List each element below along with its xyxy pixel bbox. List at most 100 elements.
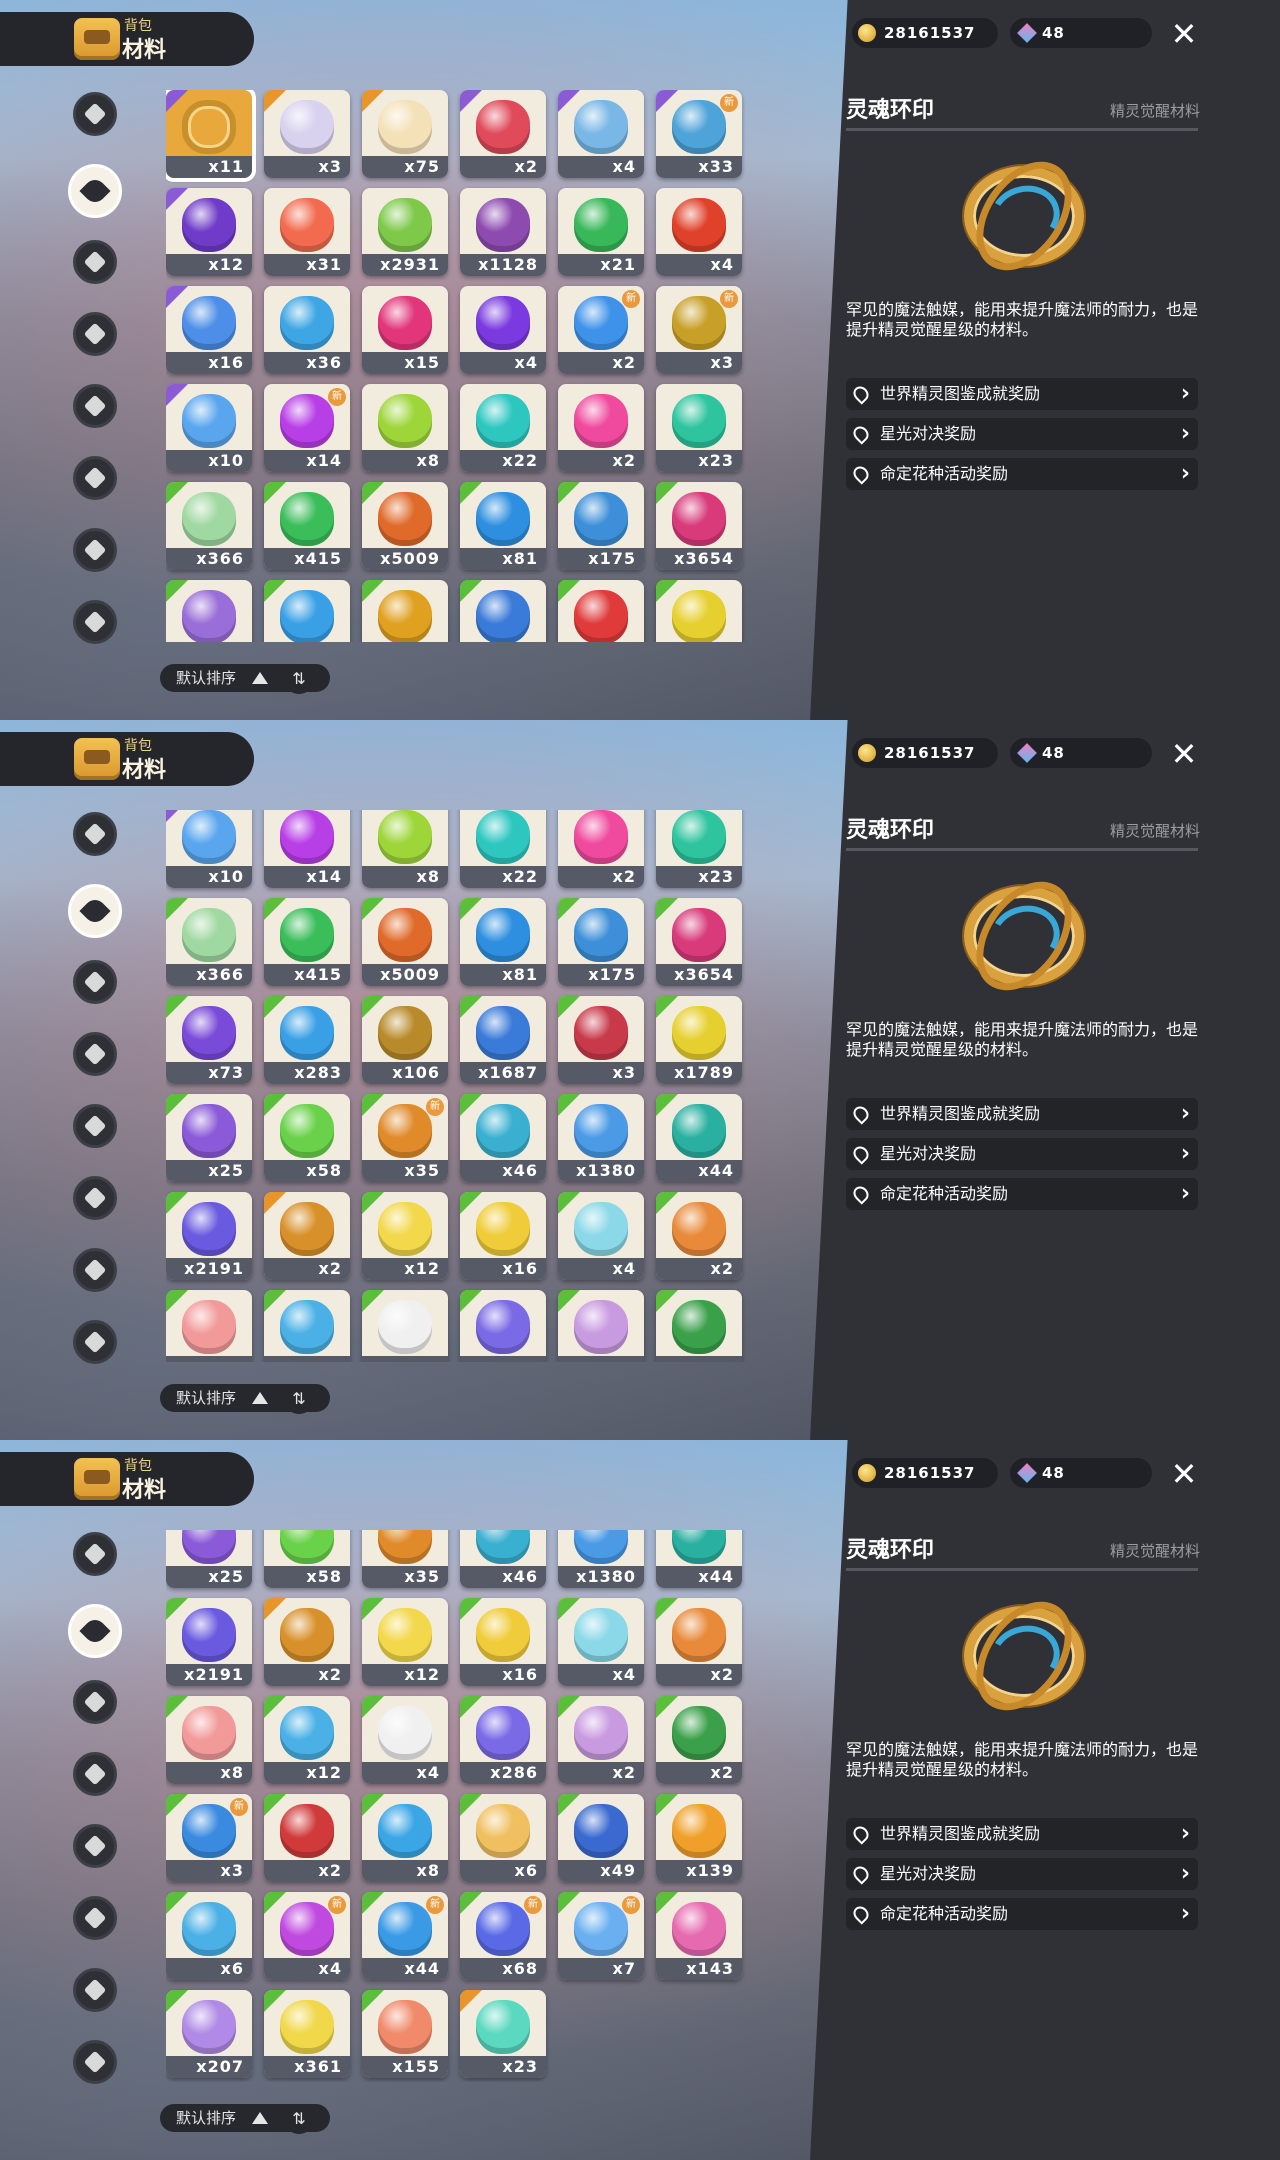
item-slot[interactable]: x2191	[166, 1192, 252, 1280]
source-item[interactable]: 世界精灵图鉴成就奖励 ›	[846, 1098, 1198, 1130]
crown-icon[interactable]	[73, 1104, 117, 1148]
source-item[interactable]: 星光对决奖励 ›	[846, 418, 1198, 450]
crown-icon[interactable]	[73, 1824, 117, 1868]
item-slot[interactable]: x2	[460, 90, 546, 178]
star-icon[interactable]	[73, 92, 117, 136]
item-slot[interactable]: x415	[264, 898, 350, 986]
item-slot[interactable]: x44	[656, 1094, 742, 1182]
item-slot[interactable]: x3654	[656, 898, 742, 986]
item-slot[interactable]: x10	[166, 384, 252, 472]
item-slot[interactable]: x207	[166, 1990, 252, 2078]
ball-icon[interactable]	[73, 456, 117, 500]
acorn-icon[interactable]	[73, 1968, 117, 2012]
plant-icon[interactable]	[73, 312, 117, 356]
item-slot[interactable]: x35 新	[362, 1094, 448, 1182]
item-slot[interactable]: x1380	[558, 1094, 644, 1182]
item-slot[interactable]: x23	[656, 384, 742, 472]
item-slot[interactable]: x75	[362, 90, 448, 178]
source-item[interactable]: 世界精灵图鉴成就奖励 ›	[846, 378, 1198, 410]
item-slot[interactable]: x4	[460, 286, 546, 374]
item-slot[interactable]: x73	[166, 996, 252, 1084]
sparkle-icon[interactable]	[73, 1680, 117, 1724]
leaf-icon[interactable]	[68, 164, 122, 218]
item-slot[interactable]: x16	[166, 286, 252, 374]
item-slot[interactable]: x44 新	[362, 1892, 448, 1980]
item-slot[interactable]: x3 新	[166, 1794, 252, 1882]
item-slot[interactable]: x4	[558, 1598, 644, 1686]
item-slot[interactable]: x16	[460, 1192, 546, 1280]
item-slot[interactable]: x25	[166, 1530, 252, 1588]
item-slot[interactable]: x3654	[656, 482, 742, 570]
item-slot[interactable]: x14	[264, 810, 350, 888]
item-slot[interactable]: x46	[460, 1530, 546, 1588]
item-slot[interactable]: x25	[166, 1094, 252, 1182]
item-slot[interactable]: x3	[558, 996, 644, 1084]
item-slot[interactable]: x1128	[460, 188, 546, 276]
item-slot[interactable]: x36	[264, 286, 350, 374]
close-button[interactable]: ✕	[1166, 16, 1202, 52]
item-slot[interactable]: x12	[264, 1696, 350, 1784]
item-slot[interactable]	[460, 1290, 546, 1362]
item-slot[interactable]	[362, 1290, 448, 1362]
item-slot[interactable]: x8	[362, 384, 448, 472]
item-slot[interactable]: x2	[558, 810, 644, 888]
item-slot[interactable]: x139	[656, 1794, 742, 1882]
item-slot[interactable]	[166, 580, 252, 642]
item-slot[interactable]: x21	[558, 188, 644, 276]
item-slot[interactable]: x22	[460, 384, 546, 472]
item-slot[interactable]: x4	[656, 188, 742, 276]
sort-order-toggle[interactable]: ⇅	[284, 1384, 314, 1414]
item-slot[interactable]: x8	[362, 810, 448, 888]
item-slot[interactable]: x58	[264, 1094, 350, 1182]
item-slot[interactable]	[166, 1290, 252, 1362]
item-slot[interactable]: x415	[264, 482, 350, 570]
sort-arrow-icon[interactable]	[250, 2108, 272, 2128]
crown-icon[interactable]	[73, 384, 117, 428]
item-slot[interactable]: x23	[656, 810, 742, 888]
item-slot[interactable]: x11	[166, 90, 256, 182]
source-item[interactable]: 星光对决奖励 ›	[846, 1858, 1198, 1890]
item-slot[interactable]: x366	[166, 898, 252, 986]
item-slot[interactable]: x2	[656, 1192, 742, 1280]
item-slot[interactable]: x2	[264, 1192, 350, 1280]
helmet-icon[interactable]	[73, 2040, 117, 2084]
source-item[interactable]: 命定花种活动奖励 ›	[846, 458, 1198, 490]
item-slot[interactable]	[558, 1290, 644, 1362]
item-slot[interactable]: x143	[656, 1892, 742, 1980]
item-slot[interactable]: x10	[166, 810, 252, 888]
source-item[interactable]: 星光对决奖励 ›	[846, 1138, 1198, 1170]
ball-icon[interactable]	[73, 1896, 117, 1940]
item-slot[interactable]: x8	[362, 1794, 448, 1882]
item-slot[interactable]: x8	[166, 1696, 252, 1784]
item-slot[interactable]: x68 新	[460, 1892, 546, 1980]
sort-arrow-icon[interactable]	[250, 1388, 272, 1408]
sort-order-toggle[interactable]: ⇅	[284, 664, 314, 694]
acorn-icon[interactable]	[73, 528, 117, 572]
item-slot[interactable]	[656, 580, 742, 642]
item-slot[interactable]	[656, 1290, 742, 1362]
item-slot[interactable]: x6	[166, 1892, 252, 1980]
item-slot[interactable]: x106	[362, 996, 448, 1084]
item-slot[interactable]: x1687	[460, 996, 546, 1084]
item-slot[interactable]: x23	[460, 1990, 546, 2078]
item-slot[interactable]: x4 新	[264, 1892, 350, 1980]
item-slot[interactable]: x366	[166, 482, 252, 570]
item-slot[interactable]: x33 新	[656, 90, 742, 178]
item-slot[interactable]: x4	[558, 1192, 644, 1280]
item-slot[interactable]: x1789	[656, 996, 742, 1084]
item-slot[interactable]: x2	[558, 1696, 644, 1784]
source-item[interactable]: 命定花种活动奖励 ›	[846, 1178, 1198, 1210]
item-slot[interactable]: x2931	[362, 188, 448, 276]
item-slot[interactable]: x12	[166, 188, 252, 276]
item-slot[interactable]	[460, 580, 546, 642]
item-slot[interactable]: x81	[460, 898, 546, 986]
source-item[interactable]: 世界精灵图鉴成就奖励 ›	[846, 1818, 1198, 1850]
item-slot[interactable]: x15	[362, 286, 448, 374]
sparkle-icon[interactable]	[73, 240, 117, 284]
plant-icon[interactable]	[73, 1752, 117, 1796]
item-slot[interactable]: x44	[656, 1530, 742, 1588]
item-slot[interactable]: x7 新	[558, 1892, 644, 1980]
item-slot[interactable]: x2	[264, 1794, 350, 1882]
item-slot[interactable]	[264, 580, 350, 642]
acorn-icon[interactable]	[73, 1248, 117, 1292]
